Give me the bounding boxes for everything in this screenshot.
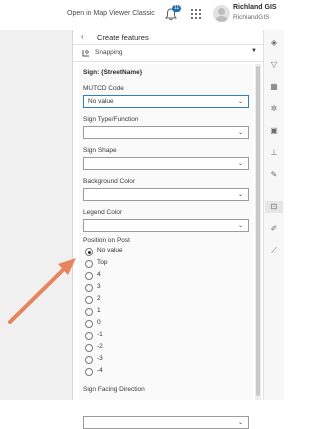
user-name[interactable]: Richland GIS [233, 4, 277, 11]
avatar[interactable] [213, 5, 230, 22]
radio-button[interactable] [85, 368, 93, 376]
radio-option[interactable]: -1 [85, 331, 205, 341]
radio-button[interactable] [85, 344, 93, 352]
sign-shape-label: Sign Shape [83, 147, 117, 154]
radio-option[interactable]: 4 [85, 271, 205, 281]
filter-icon[interactable]: ▽ [268, 59, 280, 71]
radio-option[interactable]: 2 [85, 295, 205, 305]
popup-icon[interactable]: ▣ [268, 125, 280, 137]
annotation-arrow [8, 258, 76, 324]
chevron-left-icon[interactable]: ‹ [81, 32, 84, 41]
sign-type-label: Sign Type/Function [83, 116, 139, 123]
snapping-section[interactable]: Snapping ▼ [73, 45, 263, 62]
snapping-label: Snapping [95, 49, 123, 56]
layers-icon[interactable]: ◈ [268, 37, 280, 49]
sign-shape-select[interactable]: ⌄ [83, 157, 249, 170]
caret-down-icon[interactable]: ▼ [251, 48, 257, 54]
user-id: RichlandGIS [233, 14, 270, 21]
chevron-down-icon: ⌄ [237, 130, 243, 136]
mutcd-code-select[interactable]: No value ⌄ [83, 95, 249, 108]
radio-button[interactable] [85, 332, 93, 340]
feature-form: Sign: {StreetName} MUTCD Code No value ⌄… [79, 64, 253, 400]
sign-type-select[interactable]: ⌄ [83, 126, 249, 139]
open-in-map-viewer-classic-link[interactable]: Open in Map Viewer Classic [67, 10, 155, 17]
create-features-panel: ‹ Create features Snapping ▼ Sign: {Stre… [72, 30, 263, 429]
radio-option[interactable]: Top [85, 259, 205, 269]
radio-option[interactable]: -4 [85, 367, 205, 377]
chevron-down-icon: ⌄ [237, 161, 243, 167]
mutcd-code-label: MUTCD Code [83, 85, 124, 92]
panel-title: Create features [97, 33, 149, 42]
legend-color-select[interactable]: ⌄ [83, 219, 249, 232]
apps-grid-icon[interactable] [191, 9, 201, 19]
table-icon[interactable]: ▦ [268, 81, 280, 93]
background-color-label: Background Color [83, 178, 136, 185]
radio-option[interactable]: No value [85, 247, 205, 257]
radio-button[interactable] [85, 356, 93, 364]
top-bar: Open in Map Viewer Classic 11 Richland G… [0, 0, 283, 30]
chevron-down-icon: ⌄ [237, 99, 243, 105]
effects-icon[interactable]: ✲ [268, 103, 280, 115]
radio-option[interactable]: -2 [85, 343, 205, 353]
notification-badge: 11 [172, 5, 182, 12]
radio-option[interactable]: 0 [85, 319, 205, 329]
create-features-icon[interactable]: ⊡ [265, 201, 283, 213]
chart-icon[interactable]: ⊥ [268, 147, 280, 159]
scrollbar-thumb[interactable] [256, 66, 260, 396]
chevron-down-icon: ⌄ [237, 420, 243, 426]
sketch-icon[interactable]: ✐ [268, 223, 280, 235]
group-heading: Sign: {StreetName} [83, 69, 143, 76]
sign-facing-direction-label: Sign Facing Direction [83, 386, 145, 393]
legend-color-label: Legend Color [83, 209, 123, 216]
background-color-select[interactable]: ⌄ [83, 188, 249, 201]
radio-option[interactable]: 3 [85, 283, 205, 293]
scrollbar[interactable] [255, 64, 261, 400]
chevron-down-icon: ⌄ [237, 192, 243, 198]
radio-option[interactable]: -3 [85, 355, 205, 365]
radio-option[interactable]: 1 [85, 307, 205, 317]
chevron-down-icon: ⌄ [237, 223, 243, 229]
sign-facing-direction-select[interactable]: ⌄ [83, 416, 249, 429]
snapping-icon [82, 50, 89, 57]
position-on-post-label: Position on Post [83, 237, 130, 244]
measure-icon[interactable]: ⟋ [268, 245, 280, 257]
map-view[interactable] [0, 30, 72, 400]
right-toolbar: ◈ ▽ ▦ ✲ ▣ ⊥ ✎ ⊡ ✐ ⟋ [263, 30, 284, 400]
edit-pencil-icon[interactable]: ✎ [268, 169, 280, 181]
panel-header: ‹ Create features [73, 30, 263, 45]
